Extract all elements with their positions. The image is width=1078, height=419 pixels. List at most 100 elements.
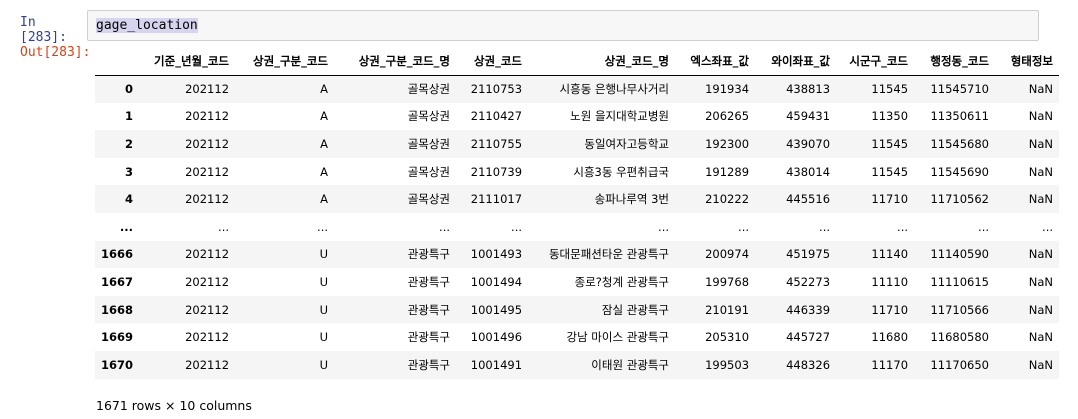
- dataframe-table: 기준_년월_코드 상권_구분_코드 상권_구분_코드_명 상권_코드 상권_코드_명 엑스…: [95, 47, 1060, 379]
- table-cell: NaN: [1028, 302, 1054, 317]
- row-index: 3: [125, 164, 134, 179]
- table-cell: 11680: [871, 330, 909, 345]
- header-row: 기준_년월_코드 상권_구분_코드 상권_구분_코드_명 상권_코드 상권_코드_명 엑스…: [95, 47, 1060, 76]
- code-text: gage_location: [96, 18, 198, 33]
- table-cell: 1001491: [470, 357, 523, 372]
- table-cell: 골목상권: [407, 164, 451, 179]
- index-header: [95, 47, 140, 76]
- table-cell: 1001496: [470, 330, 523, 345]
- table-cell: NaN: [1028, 247, 1054, 262]
- table-cell: 459431: [786, 109, 831, 124]
- column-header: 와이좌표_값: [755, 47, 837, 76]
- table-cell: 11545: [871, 136, 909, 151]
- table-cell: 11110615: [930, 274, 990, 289]
- table-row: 3 202112 A 골목상권 2110739 시흥3동 우편취급국 191289 43801…: [95, 158, 1059, 186]
- dataframe-shape-summary: 1671 rows × 10 columns: [96, 398, 252, 413]
- table-body: 0 202112 A 골목상권 2110753 시흥동 은행나무사거리 191934 4388…: [95, 75, 1060, 379]
- table-cell: 2110739: [470, 164, 523, 179]
- table-cell: 1001494: [470, 274, 523, 289]
- table-cell: NaN: [1028, 357, 1054, 372]
- table-cell: U: [319, 357, 329, 372]
- table-cell: A: [320, 164, 329, 179]
- table-row: 2 202112 A 골목상권 2110755 동일여자고등학교 192300 439070 1…: [95, 130, 1060, 158]
- table-cell: 동대문패션타운 관광특구: [548, 247, 670, 262]
- table-cell: 445727: [786, 330, 831, 345]
- table-cell: 438014: [786, 164, 831, 179]
- row-index: 2: [125, 136, 134, 151]
- table-row: 1670 202112 U 관광특구 1001491 이태원 관광특구 199503 4483…: [95, 350, 1060, 379]
- input-prompt: In [283]:: [20, 15, 67, 45]
- table-row: 1669 202112 U 관광특구 1001496 강남 마이스 관광특구 205310 4…: [95, 323, 1059, 351]
- table-cell: 11710566: [930, 302, 990, 317]
- row-index: 0: [125, 82, 134, 97]
- table-cell: ...: [317, 219, 329, 234]
- table-cell: 448326: [786, 357, 831, 372]
- table-row: .................................: [95, 213, 1059, 241]
- table-row: 1667 202112 U 관광특구 1001494 종로?청계 관광특구 199768 45…: [95, 268, 1059, 296]
- table-cell: 11545710: [930, 82, 990, 97]
- table-cell: 202112: [185, 274, 230, 289]
- table-cell: 202112: [185, 357, 230, 372]
- table-cell: 11710562: [930, 192, 990, 207]
- table-cell: 202112: [185, 136, 230, 151]
- column-header: 상권_구분_코드: [235, 47, 335, 76]
- table-cell: 191934: [705, 82, 750, 97]
- dataframe-output: 기준_년월_코드 상권_구분_코드 상권_구분_코드_명 상권_코드 상권_코드_명 엑스…: [95, 47, 1060, 379]
- table-cell: 199503: [705, 357, 750, 372]
- table-cell: ...: [1042, 219, 1054, 234]
- table-row: 1668 202112 U 관광특구 1001495 잠실 관광특구 210191 44633…: [95, 295, 1060, 324]
- table-cell: 199768: [705, 274, 750, 289]
- table-cell: 202112: [185, 109, 230, 124]
- table-cell: 1001495: [470, 302, 523, 317]
- table-cell: 관광특구: [407, 330, 451, 345]
- column-header: 기준_년월_코드: [139, 47, 236, 76]
- table-cell: ...: [738, 219, 750, 234]
- code-line: gage_location: [96, 18, 198, 33]
- table-cell: 439070: [786, 136, 831, 151]
- table-cell: 205310: [705, 330, 750, 345]
- table-cell: 송파나루역 3번: [594, 192, 670, 207]
- table-cell: 200974: [705, 247, 750, 262]
- table-cell: 11545: [871, 164, 909, 179]
- table-cell: 2110755: [470, 136, 523, 151]
- table-cell: NaN: [1028, 330, 1054, 345]
- table-row: 4 202112 A 골목상권 2111017 송파나루역 3번 210222 445516 1…: [95, 185, 1060, 213]
- table-cell: 11545: [871, 82, 909, 97]
- table-cell: A: [320, 136, 329, 151]
- table-cell: U: [319, 330, 329, 345]
- table-cell: 11680580: [930, 330, 990, 345]
- column-header: 상권_구분_코드_명: [334, 47, 457, 76]
- row-index: 1: [125, 109, 134, 124]
- table-cell: A: [320, 82, 329, 97]
- table-cell: 관광특구: [407, 302, 451, 317]
- table-cell: NaN: [1028, 274, 1054, 289]
- table-row: 1 202112 A 골목상권 2110427 노원 을지대학교병원 206265 45943…: [95, 103, 1059, 131]
- table-cell: 446339: [786, 302, 831, 317]
- table-cell: NaN: [1028, 136, 1054, 151]
- table-cell: 관광특구: [407, 357, 451, 372]
- table-cell: 210191: [705, 302, 750, 317]
- table-cell: ...: [439, 219, 451, 234]
- table-cell: ...: [658, 219, 670, 234]
- table-cell: 11350611: [930, 109, 990, 124]
- table-cell: 강남 마이스 관광특구: [566, 330, 670, 345]
- table-cell: NaN: [1028, 82, 1054, 97]
- table-cell: 11110: [871, 274, 909, 289]
- table-cell: 451975: [786, 247, 831, 262]
- row-index: 1667: [101, 274, 134, 289]
- table-cell: 11545680: [930, 136, 990, 151]
- table-cell: 210222: [705, 192, 750, 207]
- table-cell: 192300: [705, 136, 750, 151]
- row-index: 1668: [101, 302, 134, 317]
- table-row: 0 202112 A 골목상권 2110753 시흥동 은행나무사거리 191934 4388…: [95, 75, 1060, 103]
- table-cell: 202112: [185, 247, 230, 262]
- table-cell: 골목상권: [407, 192, 451, 207]
- table-cell: 종로?청계 관광특구: [574, 274, 670, 289]
- table-cell: ...: [819, 219, 831, 234]
- code-input-cell[interactable]: gage_location: [87, 10, 1039, 41]
- table-cell: U: [319, 302, 329, 317]
- table-cell: 202112: [185, 192, 230, 207]
- table-cell: 1001493: [470, 247, 523, 262]
- table-cell: ...: [897, 219, 909, 234]
- table-cell: 438813: [786, 82, 831, 97]
